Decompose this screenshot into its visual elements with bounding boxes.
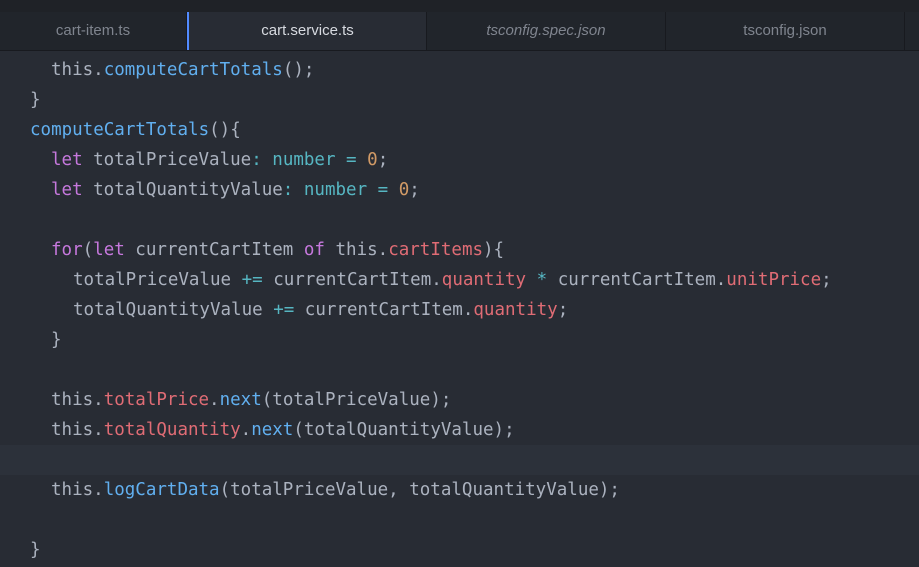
token: (){ [209,120,241,140]
code-line: this.totalQuantity.next(totalQuantityVal… [0,415,919,445]
token: let [51,180,83,200]
code-line: totalPriceValue += currentCartItem.quant… [0,265,919,295]
token: = [377,180,389,200]
token: ){ [483,240,505,260]
token: quantity [473,300,558,320]
title-strip [0,0,919,12]
token: totalPriceValue [82,150,252,170]
token: } [30,90,41,110]
token: this [51,60,94,80]
code-line: } [0,85,919,115]
token: : [282,180,294,200]
token: . [240,420,252,440]
token: (); [282,60,315,80]
tab-cart-service[interactable]: cart.service.ts [187,12,427,50]
token: } [51,330,62,350]
code-area[interactable]: this.computeCartTotals(); } computeCartT… [0,55,919,565]
tab-tsconfig-spec[interactable]: tsconfig.spec.json [427,12,666,50]
code-line: } [0,325,919,355]
token: (totalPriceValue, totalQuantityValue); [219,480,620,500]
tab-bar: cart-item.ts cart.service.ts tsconfig.sp… [0,12,919,51]
code-line: for(let currentCartItem of this.cartItem… [0,235,919,265]
token: let [51,150,83,170]
token: this. [51,390,104,410]
token: cartItems [388,240,484,260]
code-line: computeCartTotals(){ [0,115,919,145]
token: quantity [441,270,527,290]
token: totalQuantityValue [82,180,283,200]
token: (totalPriceValue); [261,390,452,410]
token: currentCartItem [124,240,304,260]
token: ; [409,180,420,200]
token: totalPriceValue [73,270,242,290]
token: ; [377,150,389,170]
token: currentCartItem. [294,300,474,320]
token: 0 [367,150,378,170]
token: this. [51,480,104,500]
token: computeCartTotals [103,60,283,80]
token: next [251,420,294,440]
token: next [219,390,262,410]
token: number [272,150,336,170]
token: += [273,300,295,320]
tab-tsconfig[interactable]: tsconfig.json [666,12,905,50]
token: * [536,270,548,290]
code-editor[interactable]: cart-item.ts cart.service.ts tsconfig.sp… [0,0,919,567]
code-line: this.logCartData(totalPriceValue, totalQ… [0,475,919,505]
token: ; [821,270,832,290]
code-line: this.computeCartTotals(); [0,55,919,85]
token: unitPrice [726,270,822,290]
token: of [303,240,325,260]
token: logCartData [103,480,220,500]
token: . [209,390,220,410]
code-line: let totalQuantityValue: number = 0; [0,175,919,205]
tab-cart-item[interactable]: cart-item.ts [0,12,187,50]
token: totalPrice [103,390,210,410]
current-line[interactable] [0,445,919,475]
code-line: let totalPriceValue: number = 0; [0,145,919,175]
code-line: totalQuantityValue += currentCartItem.qu… [0,295,919,325]
token: number [303,180,368,200]
token: this. [324,240,389,260]
token: totalQuantity [103,420,241,440]
token: . [93,60,104,80]
token: for [51,240,83,260]
tab-overflow[interactable] [905,12,919,50]
code-line: this.totalPrice.next(totalPriceValue); [0,385,919,415]
token: computeCartTotals [30,120,210,140]
token: totalQuantityValue [73,300,274,320]
token: = [346,150,357,170]
token: ; [557,300,569,320]
token: } [30,540,41,560]
token: currentCartItem. [547,270,727,290]
token: : [251,150,262,170]
token: currentCartItem. [262,270,442,290]
token: let [93,240,125,260]
code-line: } [0,535,919,565]
token: 0 [398,180,410,200]
token: ( [82,240,94,260]
token: this. [51,420,104,440]
token: (totalQuantityValue); [293,420,515,440]
token: += [241,270,263,290]
